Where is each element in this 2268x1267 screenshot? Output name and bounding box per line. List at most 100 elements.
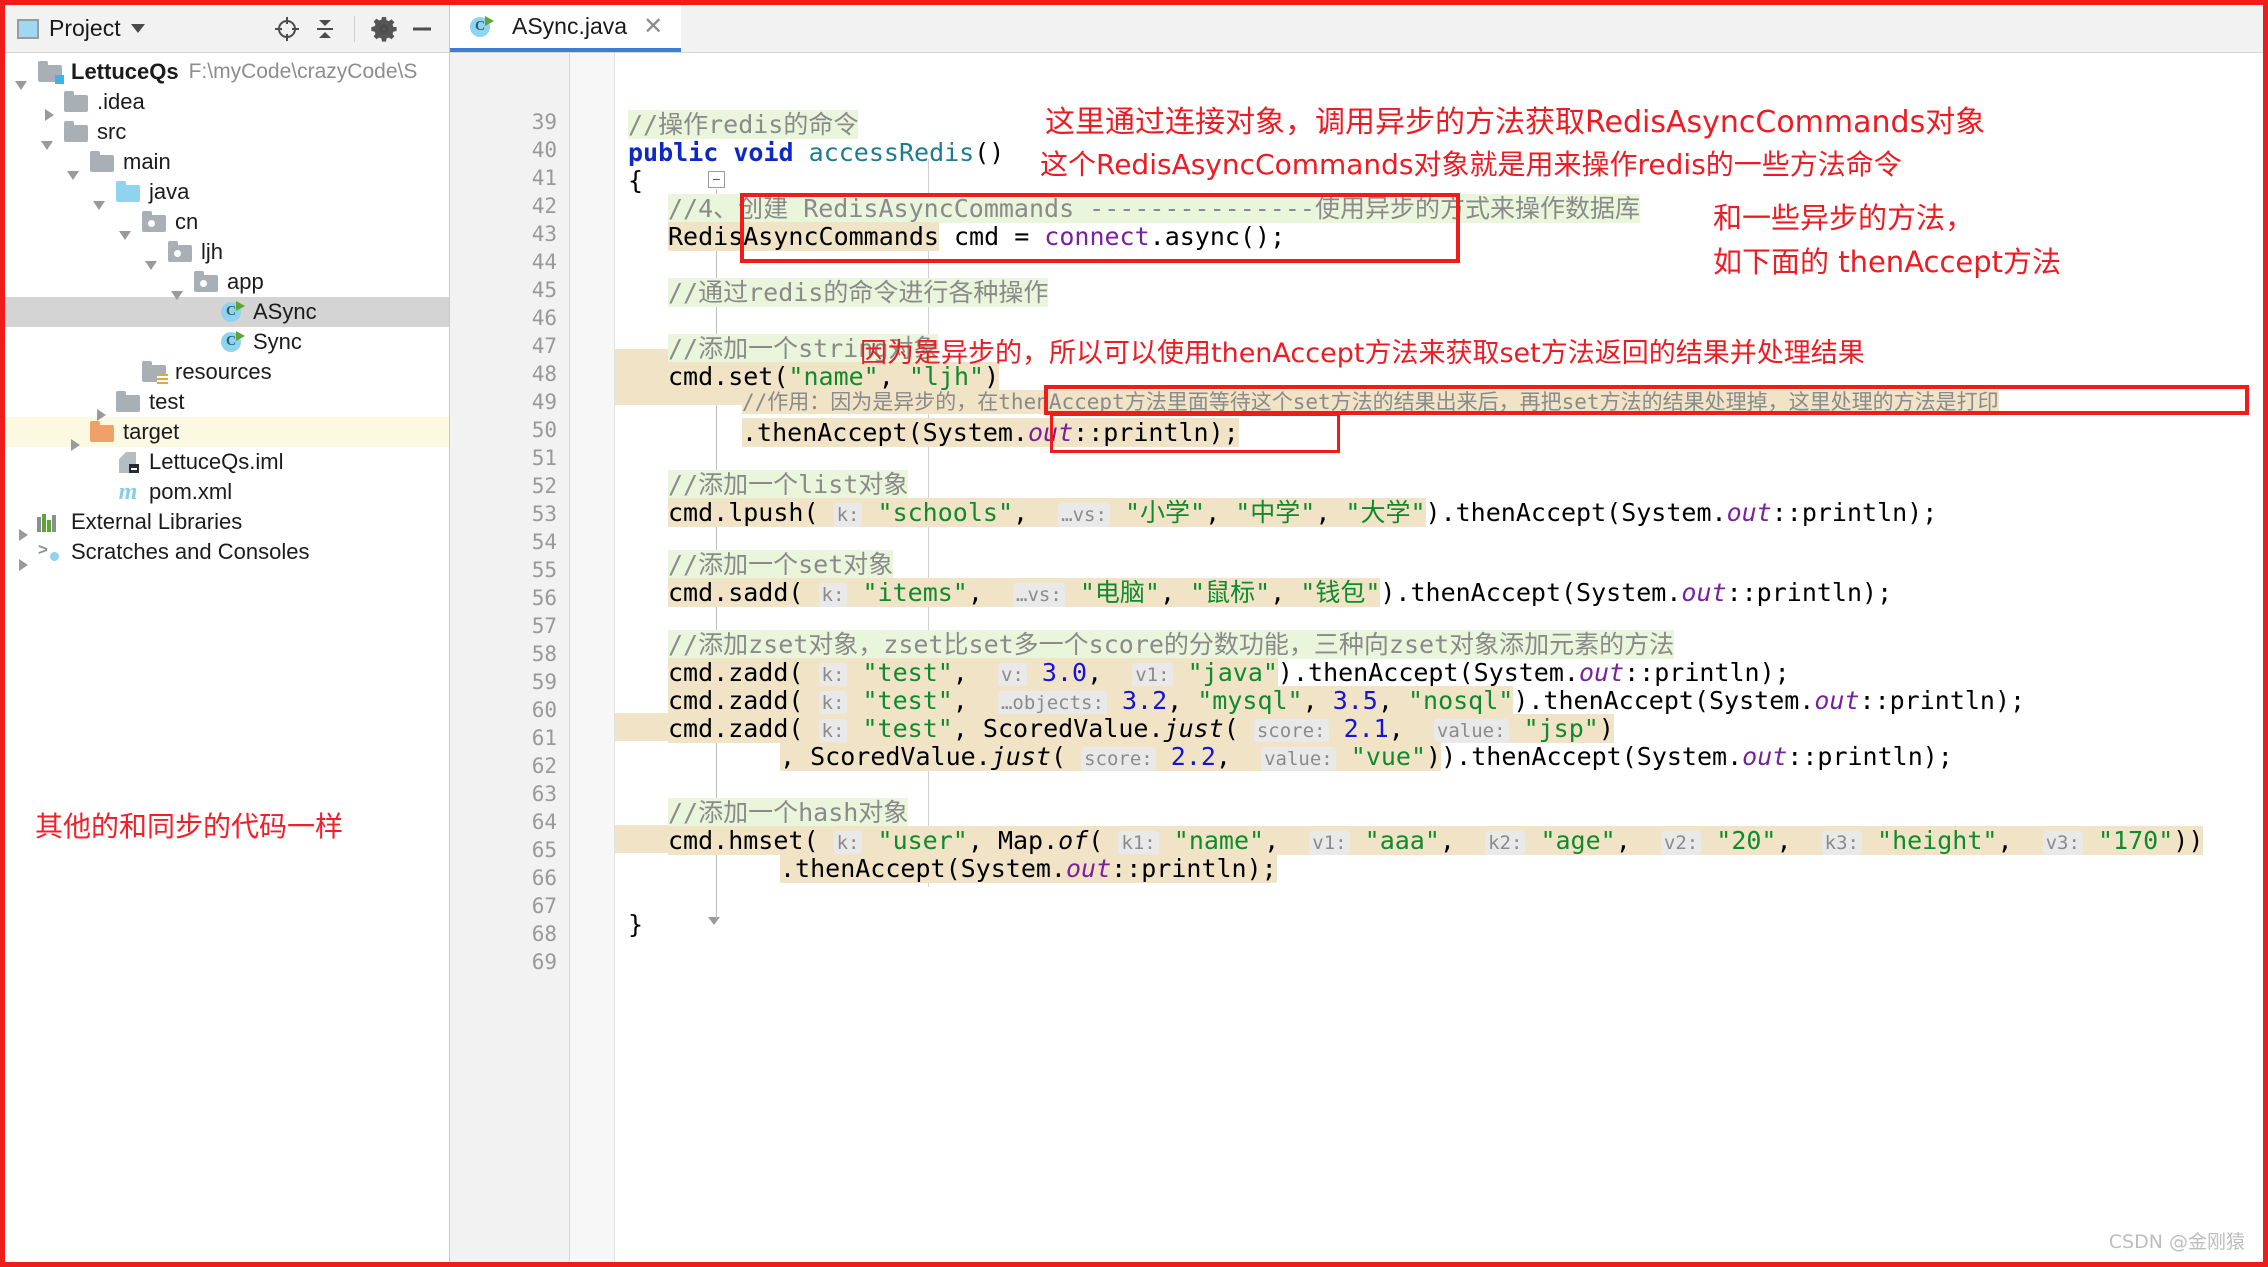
line-number: 67: [531, 894, 557, 918]
tree-item-label: pom.xml: [149, 479, 233, 504]
tree-item-label: ljh: [201, 239, 224, 264]
tree-item-path: F:\myCode\crazyCode\S: [188, 60, 418, 83]
code-line-56[interactable]: //添加一个set对象: [668, 550, 894, 579]
folder-icon: [89, 151, 115, 173]
gear-icon[interactable]: [369, 14, 399, 44]
tree-item-pom-xml[interactable]: m pom.xml: [5, 477, 449, 507]
code-line-60[interactable]: cmd.zadd( k: "test", v: 3.0, v1: "java")…: [668, 658, 1790, 689]
resources-folder-icon: [141, 361, 168, 384]
code-line-59[interactable]: //添加zset对象，zset比set多一个score的分数功能，三种向zset…: [668, 630, 1675, 659]
code-line-62[interactable]: cmd.zadd( k: "test", ScoredValue.just( s…: [668, 714, 1614, 745]
tree-item-src[interactable]: src: [5, 117, 449, 150]
folder-icon: [63, 91, 89, 113]
editor-tabbar: C ASync.java ✕: [450, 5, 2263, 53]
code-line-63[interactable]: , ScoredValue.just( score: 2.2, value: "…: [780, 742, 1953, 773]
tree-item-java[interactable]: java: [5, 177, 449, 210]
tree-item-test[interactable]: test: [5, 387, 449, 421]
tab-label: ASync.java: [512, 13, 628, 39]
tree-item-label: LettuceQs.iml: [149, 449, 284, 474]
line-number: 56: [531, 586, 557, 610]
code-line-41[interactable]: public void accessRedis(): [628, 139, 1004, 167]
tree-item-lettuceqs[interactable]: LettuceQs F:\myCode\crazyCode\S: [5, 57, 449, 90]
fold-gutter[interactable]: −−: [570, 53, 725, 1262]
code-line-69[interactable]: }: [628, 911, 643, 939]
code-line-51[interactable]: .thenAccept(System.out::println);: [742, 418, 1239, 447]
ide-window: Project LettuceQs F:\myCode\crazyCode\S .i…: [0, 0, 2268, 1267]
folder-icon: [115, 391, 141, 413]
package-folder-icon: [193, 271, 219, 293]
tree-item-label: cn: [175, 209, 199, 234]
line-number: 41: [531, 166, 557, 190]
line-number: 51: [531, 446, 557, 470]
external-libraries-icon: [37, 512, 63, 532]
tree-item-label: java: [149, 179, 190, 204]
code-line-43[interactable]: //4、创建 RedisAsyncCommands --------------…: [668, 194, 1640, 223]
line-number: 42: [531, 194, 557, 218]
editor-pane: C ASync.java ✕ 39 40 41 42 43 44 45 46 47 48 49 50 5…: [450, 5, 2263, 1262]
line-number: 62: [531, 754, 557, 778]
code-line-42[interactable]: {: [628, 167, 643, 195]
tree-item-label: Scratches and Consoles: [71, 539, 310, 564]
line-number: 69: [531, 950, 557, 974]
project-panel: Project LettuceQs F:\myCode\crazyCode\S .i…: [5, 5, 450, 1262]
tree-item-ljh[interactable]: ljh: [5, 237, 449, 270]
tree-item-label: test: [149, 389, 185, 414]
code-line-67[interactable]: .thenAccept(System.out::println);: [780, 854, 1277, 883]
code-line-46[interactable]: //通过redis的命令进行各种操作: [668, 278, 1049, 307]
line-number: 61: [531, 726, 557, 750]
line-number: 47: [531, 334, 557, 358]
line-number: 50: [531, 418, 557, 442]
tree-item-scratches-and-consoles[interactable]: > Scratches and Consoles: [5, 537, 449, 571]
tree-item-sync[interactable]: C Sync: [5, 327, 449, 357]
tree-item-app[interactable]: app: [5, 267, 449, 300]
package-folder-icon: [167, 241, 193, 263]
close-icon[interactable]: ✕: [643, 12, 663, 41]
code-area[interactable]: 39 40 41 42 43 44 45 46 47 48 49 50 51 52 53 54 55 56 57 58…: [450, 53, 2263, 1262]
code-line-53[interactable]: //添加一个list对象: [668, 470, 909, 499]
line-number: 59: [531, 670, 557, 694]
minimize-icon[interactable]: [407, 14, 437, 44]
code-line-61[interactable]: cmd.zadd( k: "test", …objects: 3.2, "mys…: [668, 686, 2025, 717]
code-line-66[interactable]: cmd.hmset( k: "user", Map.of( k1: "name"…: [668, 826, 2204, 857]
line-number: 68: [531, 922, 557, 946]
code-line-54[interactable]: cmd.lpush( k: "schools", …vs: "小学", "中学"…: [668, 498, 1937, 529]
locate-icon[interactable]: [272, 14, 302, 44]
code-line-50[interactable]: //作用：因为是异步的，在thenAccept方法里面等待这个set方法的结果出…: [742, 389, 1999, 415]
line-number: 55: [531, 558, 557, 582]
line-number: 48: [531, 362, 557, 386]
tree-item-lettuceqs-iml[interactable]: LettuceQs.iml: [5, 447, 449, 477]
code-line-65[interactable]: //添加一个hash对象: [668, 798, 909, 827]
fold-collapse-icon[interactable]: −: [708, 171, 725, 188]
scratches-icon: >: [37, 541, 63, 563]
tree-item-label: .idea: [97, 89, 145, 114]
chevron-down-icon[interactable]: [130, 24, 145, 33]
tree-item-cn[interactable]: cn: [5, 207, 449, 240]
maven-pom-icon: m: [118, 479, 138, 505]
tree-item-label: main: [123, 149, 171, 174]
tree-item-resources[interactable]: resources: [5, 357, 449, 387]
annotation-text-5: 因为是异步的，所以可以使用thenAccept方法来获取set方法返回的结果并处…: [860, 338, 1865, 369]
project-tree[interactable]: LettuceQs F:\myCode\crazyCode\S .idea src ma…: [5, 53, 449, 571]
tree-item-label: ASync: [253, 299, 317, 324]
code-line-40[interactable]: //操作redis的命令: [628, 110, 859, 139]
line-number: 66: [531, 866, 557, 890]
tree-item--idea[interactable]: .idea: [5, 87, 449, 121]
code-line-44[interactable]: RedisAsyncCommands cmd = connect.async()…: [668, 222, 1285, 251]
tree-item-async[interactable]: C ASync: [5, 297, 449, 327]
project-window-icon: [17, 18, 39, 39]
annotation-text-4: 如下面的 thenAccept方法: [1713, 245, 2062, 279]
tab-async-java[interactable]: C ASync.java ✕: [450, 5, 682, 52]
tree-item-main[interactable]: main: [5, 147, 449, 180]
annotation-text-3: 和一些异步的方法，: [1713, 201, 1975, 235]
tree-item-label: target: [123, 419, 180, 444]
code-line-57[interactable]: cmd.sadd( k: "items", …vs: "电脑", "鼠标", "…: [668, 578, 1892, 609]
tree-item-target[interactable]: target: [5, 417, 449, 451]
collapse-all-icon[interactable]: [310, 14, 340, 44]
tree-item-external-libraries[interactable]: External Libraries: [5, 507, 449, 541]
project-tool-window-button[interactable]: Project: [17, 15, 145, 42]
annotation-left-note: 其他的和同步的代码一样: [35, 810, 344, 843]
line-number: 57: [531, 614, 557, 638]
folder-icon: [63, 121, 89, 143]
java-class-icon: C: [468, 15, 494, 39]
line-number: 45: [531, 278, 557, 302]
